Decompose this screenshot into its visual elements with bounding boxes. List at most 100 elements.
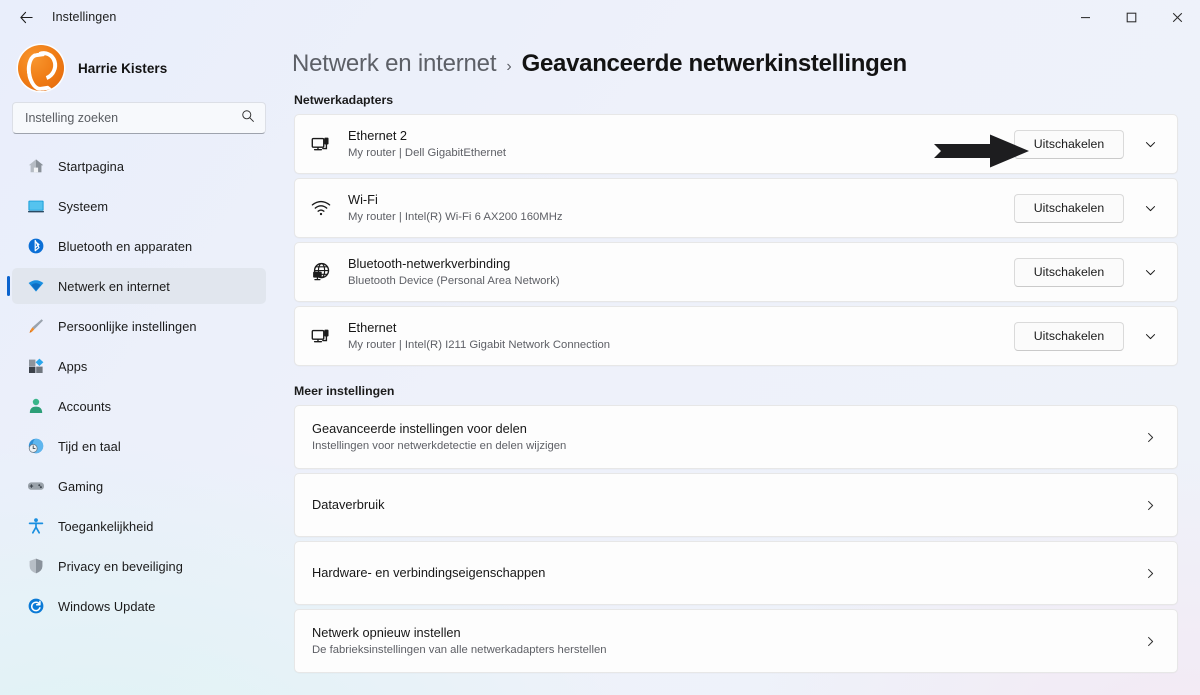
adapter-row-bluetooth-netwerkverbinding[interactable]: Bluetooth-netwerkverbinding Bluetooth De… [294, 242, 1178, 302]
main-content: Netwerk en internet › Geavanceerde netwe… [278, 34, 1200, 695]
sidebar: Harrie Kisters Startpagina [0, 34, 278, 695]
avatar [18, 45, 64, 91]
chevron-right-icon [1135, 635, 1165, 648]
sidebar-item-startpagina[interactable]: Startpagina [12, 148, 266, 184]
sidebar-item-toegankelijkheid[interactable]: Toegankelijkheid [12, 508, 266, 544]
sidebar-item-privacy-en-beveiliging[interactable]: Privacy en beveiliging [12, 548, 266, 584]
sidebar-item-label: Persoonlijke instellingen [58, 318, 197, 334]
chevron-down-icon[interactable] [1133, 128, 1167, 160]
setting-row-netwerk-opnieuw-instellen[interactable]: Netwerk opnieuw instellen De fabrieksins… [294, 609, 1178, 673]
chevron-down-icon[interactable] [1133, 256, 1167, 288]
sidebar-item-windows-update[interactable]: Windows Update [12, 588, 266, 624]
maximize-button[interactable] [1108, 0, 1154, 34]
sidebar-item-bluetooth-en-apparaten[interactable]: Bluetooth en apparaten [12, 228, 266, 264]
disable-button[interactable]: Uitschakelen [1014, 321, 1124, 351]
chevron-right-icon [1135, 431, 1165, 444]
adapter-name: Ethernet [348, 319, 397, 335]
sidebar-item-label: Tijd en taal [58, 438, 121, 454]
sidebar-item-systeem[interactable]: Systeem [12, 188, 266, 224]
sidebar-item-label: Systeem [58, 198, 109, 214]
sidebar-item-persoonlijke-instellingen[interactable]: Persoonlijke instellingen [12, 308, 266, 344]
sidebar-item-label: Netwerk en internet [58, 278, 170, 294]
more-settings-heading: Meer instellingen [294, 384, 395, 398]
more-settings-list: Geavanceerde instellingen voor delen Ins… [278, 405, 1200, 673]
adapter-text: Wi-Fi My router | Intel(R) Wi-Fi 6 AX200… [348, 192, 1014, 225]
adapter-name: Bluetooth-netwerkverbinding [348, 255, 511, 271]
breadcrumb: Netwerk en internet › Geavanceerde netwe… [278, 34, 1200, 78]
window-controls [1062, 0, 1200, 34]
sidebar-item-label: Gaming [58, 478, 104, 494]
adapter-name: Wi-Fi [348, 191, 378, 207]
sidebar-item-label: Accounts [58, 398, 112, 414]
sidebar-item-apps[interactable]: Apps [12, 348, 266, 384]
sidebar-item-label: Windows Update [58, 598, 156, 614]
chevron-right-icon [1135, 567, 1165, 580]
ethernet-icon [310, 325, 338, 347]
shield-icon [26, 557, 45, 576]
sidebar-item-label: Bluetooth en apparaten [58, 238, 193, 254]
disable-button[interactable]: Uitschakelen [1014, 129, 1124, 159]
adapter-row-wi-fi[interactable]: Wi-Fi My router | Intel(R) Wi-Fi 6 AX200… [294, 178, 1178, 238]
apps-icon [26, 357, 45, 376]
chevron-down-icon[interactable] [1133, 320, 1167, 352]
setting-text: Netwerk opnieuw instellen De fabrieksins… [312, 625, 1135, 658]
adapter-details: My router | Dell GigabitEthernet [348, 146, 507, 159]
setting-title: Geavanceerde instellingen voor delen [312, 420, 527, 436]
sidebar-item-label: Privacy en beveiliging [58, 558, 183, 574]
chevron-down-icon[interactable] [1133, 192, 1167, 224]
sidebar-item-gaming[interactable]: Gaming [12, 468, 266, 504]
setting-subtitle: De fabrieksinstellingen van alle netwerk… [312, 643, 607, 656]
paintbrush-icon [26, 317, 45, 336]
search-wrapper [6, 100, 272, 144]
account-name: Harrie Kisters [78, 60, 168, 76]
page-title: Geavanceerde netwerkinstellingen [521, 50, 908, 77]
search-input[interactable] [25, 111, 241, 125]
disable-button[interactable]: Uitschakelen [1014, 257, 1124, 287]
setting-text: Hardware- en verbindingseigenschappen [312, 565, 1135, 581]
globe-network-icon [310, 261, 338, 283]
adapter-details: My router | Intel(R) I211 Gigabit Networ… [348, 338, 611, 351]
setting-title: Hardware- en verbindingseigenschappen [312, 565, 546, 580]
app-title: Instellingen [52, 10, 117, 24]
network-adapter-list: Ethernet 2 My router | Dell GigabitEther… [278, 114, 1200, 366]
account-block[interactable]: Harrie Kisters [6, 34, 272, 100]
gamepad-icon [26, 477, 45, 496]
home-icon [26, 157, 45, 176]
chevron-right-icon [1135, 499, 1165, 512]
display-icon [26, 197, 45, 216]
disable-button[interactable]: Uitschakelen [1014, 193, 1124, 223]
adapter-row-ethernet[interactable]: Ethernet My router | Intel(R) I211 Gigab… [294, 306, 1178, 366]
setting-text: Dataverbruik [312, 497, 1135, 513]
wifi-icon [26, 277, 45, 296]
ethernet-icon [310, 133, 338, 155]
title-bar: Instellingen [0, 0, 1200, 34]
adapter-row-ethernet-2[interactable]: Ethernet 2 My router | Dell GigabitEther… [294, 114, 1178, 174]
search-box[interactable] [12, 102, 266, 134]
bluetooth-icon [26, 237, 45, 256]
adapter-details: Bluetooth Device (Personal Area Network) [348, 274, 560, 287]
sidebar-item-tijd-en-taal[interactable]: Tijd en taal [12, 428, 266, 464]
search-icon [241, 109, 255, 128]
setting-text: Geavanceerde instellingen voor delen Ins… [312, 421, 1135, 454]
sidebar-item-accounts[interactable]: Accounts [12, 388, 266, 424]
accessibility-icon [26, 517, 45, 536]
sidebar-item-label: Apps [58, 358, 88, 374]
setting-row-geavanceerde-instellingen-voor-delen[interactable]: Geavanceerde instellingen voor delen Ins… [294, 405, 1178, 469]
clock-globe-icon [26, 437, 45, 456]
minimize-button[interactable] [1062, 0, 1108, 34]
back-button[interactable] [8, 1, 44, 33]
sidebar-item-netwerk-en-internet[interactable]: Netwerk en internet [7, 268, 266, 304]
setting-title: Netwerk opnieuw instellen [312, 624, 461, 640]
setting-row-dataverbruik[interactable]: Dataverbruik [294, 473, 1178, 537]
person-icon [26, 397, 45, 416]
wifi-icon [310, 197, 338, 219]
adapter-details: My router | Intel(R) Wi-Fi 6 AX200 160MH… [348, 210, 563, 223]
close-button[interactable] [1154, 0, 1200, 34]
breadcrumb-parent-link[interactable]: Netwerk en internet [292, 50, 497, 78]
update-icon [26, 597, 45, 616]
adapter-text: Ethernet 2 My router | Dell GigabitEther… [348, 128, 1014, 161]
sidebar-nav: Startpagina Systeem Bluetooth en apparat… [6, 148, 272, 624]
setting-row-hardware-en-verbindingseigenschappen[interactable]: Hardware- en verbindingseigenschappen [294, 541, 1178, 605]
adapter-name: Ethernet 2 [348, 127, 408, 143]
sidebar-item-label: Toegankelijkheid [58, 518, 154, 534]
